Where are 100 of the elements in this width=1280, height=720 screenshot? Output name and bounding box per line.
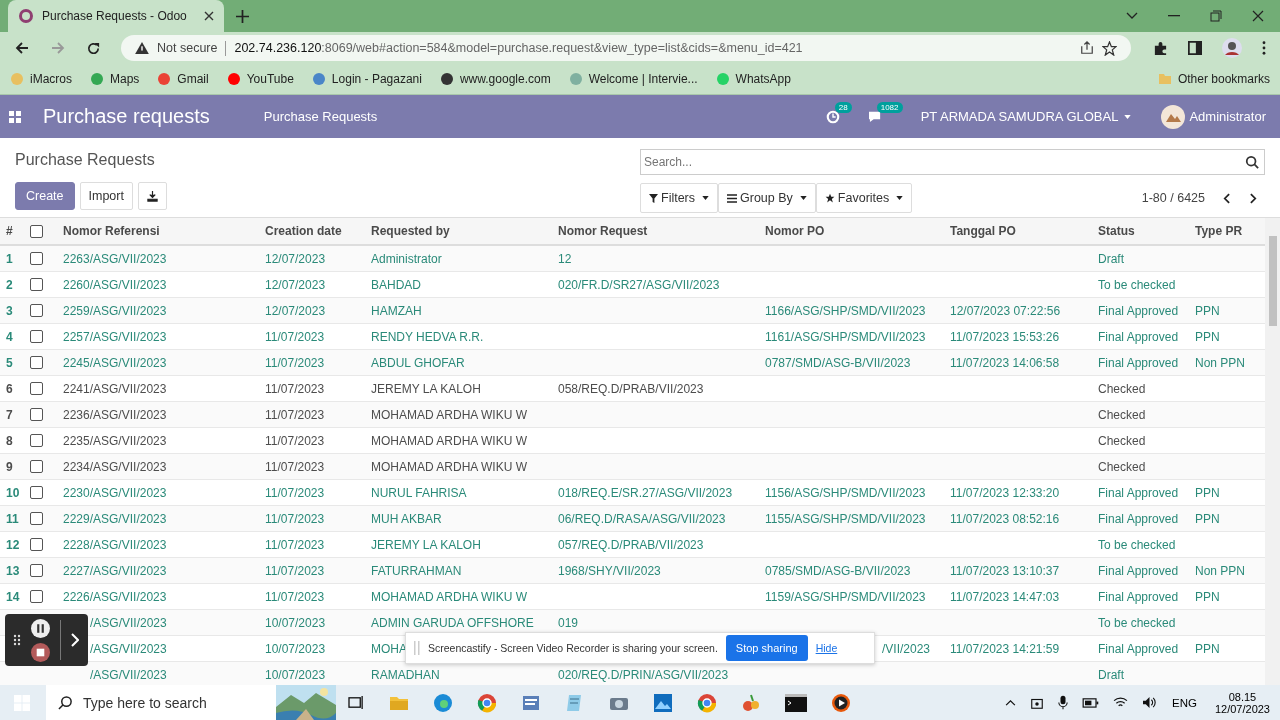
bookmark[interactable]: iMacros — [10, 72, 72, 86]
clock[interactable]: 08.15 12/07/2023 — [1204, 690, 1280, 715]
row-checkbox[interactable] — [30, 460, 43, 473]
restore-icon[interactable] — [1210, 10, 1222, 22]
browser-icon[interactable] — [433, 692, 453, 713]
bookmark[interactable]: Maps — [90, 72, 140, 86]
chat-icon[interactable] — [867, 110, 883, 123]
clock-icon[interactable] — [825, 109, 840, 124]
stop-icon[interactable] — [31, 642, 50, 662]
table-row[interactable]: 5 2245/ASG/VII/2023 11/07/2023 ABDUL GHOFAR 0787/SMD/ASG-B/VII/2023 11/07/2023 14:06:58 Final Approved Non PPN — [0, 350, 1265, 376]
column-header[interactable]: Nomor PO — [757, 224, 942, 238]
language-indicator[interactable]: ENG — [1172, 696, 1197, 709]
company-switcher[interactable]: PT ARMADA SAMUDRA GLOBAL — [920, 109, 1132, 124]
row-checkbox[interactable] — [30, 564, 43, 577]
fruit-icon[interactable] — [741, 692, 761, 713]
bookmark-folder[interactable]: Other bookmarks — [1157, 72, 1270, 86]
bookmark[interactable]: www.google.com — [439, 72, 551, 86]
share-icon[interactable] — [1080, 41, 1094, 55]
table-cell: 11/07/2023 14:47:03 — [950, 589, 1060, 604]
app-title[interactable]: Purchase requests — [43, 105, 210, 128]
column-header[interactable]: Creation date — [257, 224, 363, 238]
drag-handle-icon[interactable] — [13, 634, 21, 646]
chevron-down-icon[interactable] — [1126, 12, 1138, 20]
hide-link[interactable]: Hide — [815, 642, 838, 654]
avatar-icon[interactable] — [1222, 38, 1242, 58]
table-row[interactable]: /ASG/VII/2023 10/07/2023 RAMADHAN 020/REQ.D/PRIN/ASG/VII/2023 Draft — [0, 662, 1265, 685]
bookmark-icon — [568, 72, 583, 86]
select-all-checkbox[interactable] — [30, 224, 43, 238]
row-number: 2 — [5, 277, 14, 292]
back-icon[interactable] — [14, 40, 30, 56]
row-checkbox[interactable] — [30, 382, 43, 395]
row-checkbox[interactable] — [30, 590, 43, 603]
table-row[interactable]: 1 2263/ASG/VII/2023 12/07/2023 Administrator 12 Draft — [0, 246, 1265, 272]
row-checkbox[interactable] — [30, 486, 43, 499]
volume-icon[interactable] — [1142, 696, 1157, 709]
side-panel-icon[interactable] — [1188, 41, 1202, 55]
browser-tab[interactable]: Purchase Requests - Odoo — [8, 0, 224, 32]
row-checkbox[interactable] — [30, 252, 43, 265]
column-header[interactable]: Type PR — [1187, 224, 1265, 238]
bookmark[interactable]: Gmail — [157, 72, 209, 86]
bookmark[interactable]: Welcome | Intervie... — [568, 72, 698, 86]
column-header[interactable]: Tanggal PO — [942, 224, 1090, 238]
browser-icon[interactable] — [697, 692, 717, 713]
row-checkbox[interactable] — [30, 304, 43, 317]
battery-icon[interactable] — [1082, 697, 1099, 708]
search-field[interactable]: Search... — [640, 149, 1265, 175]
row-checkbox[interactable] — [30, 330, 43, 343]
taskbar-search-field[interactable]: Type here to search — [46, 685, 336, 720]
bookmark[interactable]: Login - Pagazani — [311, 72, 422, 86]
group-by-button[interactable]: Group By — [718, 183, 816, 213]
play-icon[interactable] — [831, 692, 851, 713]
download-button[interactable] — [137, 182, 167, 210]
puzzle-icon[interactable] — [1153, 40, 1168, 56]
reload-icon[interactable] — [86, 40, 101, 56]
row-checkbox[interactable] — [30, 512, 43, 525]
photos-icon[interactable] — [653, 692, 673, 713]
column-header[interactable]: Nomor Referensi — [55, 224, 257, 238]
table-cell: To be checked — [1098, 615, 1176, 630]
table-cell: Administrator — [371, 251, 442, 266]
row-checkbox[interactable] — [30, 356, 43, 369]
filters-button[interactable]: Filters — [640, 183, 719, 213]
stop-sharing-button[interactable]: Stop sharing — [725, 635, 808, 661]
terminal-icon[interactable] — [785, 693, 807, 712]
row-checkbox[interactable] — [30, 278, 43, 291]
chevron-up-icon[interactable] — [1005, 699, 1016, 706]
menu-icon[interactable] — [1262, 41, 1266, 55]
table-row[interactable]: 13 2227/ASG/VII/2023 11/07/2023 FATURRAHMAN 1968/SHY/VII/2023 0785/SMD/ASG-B/VII/2023 11/07/2023 13:10:37 Final Approved Non PPN — [0, 558, 1265, 584]
new-tab-icon[interactable] — [236, 9, 249, 23]
bookmark-icon — [311, 72, 326, 86]
table-row[interactable]: 11 2229/ASG/VII/2023 11/07/2023 MUH AKBAR 06/REQ.D/RASA/ASG/VII/2023 1155/ASG/SHP/SMD/VII/2023 11/07/2023 08:52:16 Final Approved PPN — [0, 506, 1265, 532]
wifi-icon[interactable] — [1113, 697, 1128, 708]
table-row[interactable]: 9 2234/ASG/VII/2023 11/07/2023 MOHAMAD ARDHA WIKU W Checked — [0, 454, 1265, 480]
import-button[interactable]: Import — [79, 182, 133, 210]
column-header[interactable]: Status — [1090, 224, 1187, 238]
task-view-icon[interactable] — [348, 695, 365, 710]
apps-icon[interactable] — [9, 110, 21, 123]
minimize-icon[interactable] — [1168, 15, 1180, 17]
row-checkbox[interactable] — [30, 408, 43, 421]
chevron-right-icon[interactable] — [71, 633, 79, 647]
favorites-button[interactable]: Favorites — [815, 183, 913, 213]
create-button[interactable]: Create — [15, 182, 75, 210]
close-icon[interactable] — [1252, 10, 1264, 22]
menu-item[interactable]: Purchase Requests — [263, 109, 378, 124]
close-icon[interactable] — [204, 11, 214, 21]
table-row[interactable]: 3 2259/ASG/VII/2023 12/07/2023 HAMZAH 1166/ASG/SHP/SMD/VII/2023 12/07/2023 07:22:56 Final Approved PPN — [0, 298, 1265, 324]
bookmark[interactable]: WhatsApp — [715, 72, 791, 86]
row-checkbox[interactable] — [30, 538, 43, 551]
star-icon[interactable] — [1102, 40, 1117, 56]
column-header[interactable]: Nomor Request — [550, 224, 757, 238]
table-row[interactable]: 7 2236/ASG/VII/2023 11/07/2023 MOHAMAD ARDHA WIKU W Checked — [0, 402, 1265, 428]
row-checkbox[interactable] — [30, 434, 43, 447]
bookmark[interactable]: YouTube — [226, 72, 294, 86]
column-header[interactable]: Requested by — [363, 224, 550, 238]
browser-icon[interactable] — [477, 692, 497, 713]
pause-icon[interactable] — [31, 618, 50, 638]
scrollbar[interactable] — [1265, 218, 1280, 685]
search-icon[interactable] — [1245, 155, 1259, 169]
microphone-icon[interactable] — [1058, 695, 1068, 710]
user-menu[interactable]: Administrator — [1161, 104, 1266, 129]
address-bar[interactable]: Not secure 202.74.236.120:8069/web#action=584&model=purchase.request&view_type=list&cids=&menu_id=421 — [121, 35, 1131, 61]
